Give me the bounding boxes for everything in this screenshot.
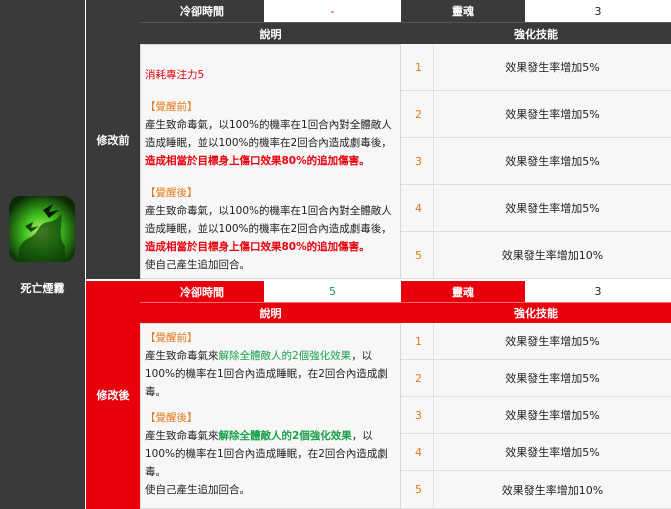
- enhance-level: 1: [401, 323, 433, 360]
- skill-comparison-table: 死亡煙霧 修改前 冷卻時間 - 靈魂 3 說明 強化技能 消耗專注力5 【覺醒前…: [0, 0, 671, 509]
- cooldown-value: 5: [264, 281, 401, 302]
- post-awaken-tag: 【覺醒後】: [145, 412, 198, 424]
- pre-awaken-tag: 【覺醒前】: [145, 332, 198, 344]
- enhance-effect: 效果發生率增加5%: [433, 360, 671, 397]
- extra-turn-text: 使自己產生追加回合。: [145, 484, 250, 496]
- enhance-header: 強化技能: [401, 22, 671, 44]
- enhance-effect: 效果發生率增加10%: [433, 471, 671, 509]
- description-header: 說明: [140, 302, 401, 323]
- enhance-effect: 效果發生率增加10%: [433, 232, 671, 279]
- enhance-level: 1: [401, 44, 433, 91]
- post-awaken-text: 產生致命毒氣來解除全體敵人的2個強化效果，以100%的機率在1回合內造成睡眠，在…: [145, 430, 388, 478]
- enhance-list-before: 1 效果發生率增加5% 2 效果發生率增加5% 3 效果發生率增加5% 4 效果…: [401, 44, 671, 279]
- skill-name: 死亡煙霧: [20, 282, 65, 295]
- extra-turn-text: 使自己產生追加回合。: [145, 259, 250, 271]
- description-before: 消耗專注力5 【覺醒前】 產生致命毒氣，以100%的機率在1回合內對全體敵人造成…: [140, 44, 401, 279]
- description-after: 【覺醒前】 產生致命毒氣來解除全體敵人的2個強化效果，以100%的機率在1回合內…: [140, 323, 401, 509]
- enhance-effect: 效果發生率增加5%: [433, 91, 671, 138]
- pre-awaken-text: 產生致命毒氣來解除全體敵人的2個強化效果，以100%的機率在1回合內造成睡眠，在…: [145, 350, 388, 398]
- enhance-effect: 效果發生率增加5%: [433, 434, 671, 471]
- cooldown-label: 冷卻時間: [140, 281, 264, 302]
- enhance-level: 2: [401, 360, 433, 397]
- post-awaken-text: 產生致命毒氣，以100%的機率在1回合內對全體敵人造成睡眠，並以100%的機率在…: [145, 205, 392, 253]
- skill-icon: [9, 196, 75, 262]
- pre-awaken-text: 產生致命毒氣，以100%的機率在1回合內對全體敵人造成睡眠，並以100%的機率在…: [145, 119, 392, 167]
- enhance-header: 強化技能: [401, 302, 671, 323]
- enhance-level: 4: [401, 434, 433, 471]
- soul-value: 3: [525, 0, 671, 22]
- section-label-before: 修改前: [86, 0, 140, 279]
- post-awaken-tag: 【覺醒後】: [145, 187, 198, 199]
- pre-awaken-tag: 【覺醒前】: [145, 101, 198, 113]
- enhance-list-after: 1 效果發生率增加5% 2 效果發生率增加5% 3 效果發生率增加5% 4 效果…: [401, 323, 671, 509]
- section-divider: [86, 279, 671, 281]
- enhance-level: 2: [401, 91, 433, 138]
- enhance-effect: 效果發生率增加5%: [433, 138, 671, 185]
- enhance-level: 3: [401, 397, 433, 434]
- section-label-after: 修改後: [86, 280, 140, 509]
- skill-column: 死亡煙霧: [0, 0, 85, 509]
- enhance-level: 3: [401, 138, 433, 185]
- enhance-level: 5: [401, 471, 433, 509]
- enhance-effect: 效果發生率增加5%: [433, 185, 671, 232]
- enhance-effect: 效果發生率增加5%: [433, 44, 671, 91]
- enhance-effect: 效果發生率增加5%: [433, 323, 671, 360]
- cost-text: 消耗專注力5: [145, 69, 205, 81]
- enhance-level: 5: [401, 232, 433, 279]
- soul-value: 3: [525, 281, 671, 302]
- soul-label: 靈魂: [401, 0, 525, 22]
- enhance-level: 4: [401, 185, 433, 232]
- enhance-effect: 效果發生率增加5%: [433, 397, 671, 434]
- description-header: 說明: [140, 22, 401, 44]
- cooldown-label: 冷卻時間: [140, 0, 264, 22]
- cooldown-value: -: [264, 0, 401, 22]
- soul-label: 靈魂: [401, 281, 525, 302]
